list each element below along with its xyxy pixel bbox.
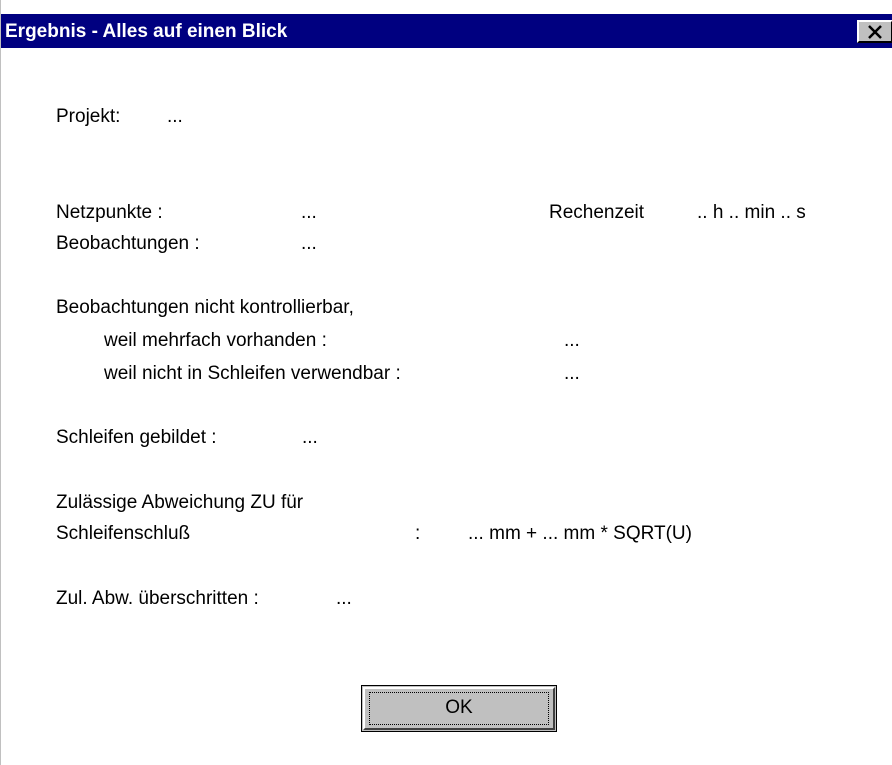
netzpunkte-value: ... (301, 202, 317, 223)
tolerance-colon: : (415, 523, 421, 544)
ok-button-label: OK (445, 697, 473, 718)
rechenzeit-label: Rechenzeit (549, 202, 645, 223)
tolerance-formula: ... mm + ... mm * SQRT(U) (468, 523, 692, 544)
ok-button[interactable]: OK (361, 685, 557, 732)
not-controllable-heading: Beobachtungen nicht kontrollierbar, (56, 297, 354, 318)
close-icon (868, 25, 882, 39)
mehrfach-value: ... (564, 330, 580, 351)
dialog-title: Ergebnis - Alles auf einen Blick (5, 21, 288, 42)
result-dialog: Ergebnis - Alles auf einen Blick Projekt… (0, 0, 892, 765)
tolerance-heading: Zulässige Abweichung ZU für (56, 492, 304, 513)
tolerance-label: Schleifenschluß (56, 523, 191, 544)
beobachtungen-label: Beobachtungen : (56, 233, 200, 254)
close-button[interactable] (857, 20, 892, 43)
exceeded-value: ... (336, 588, 352, 609)
schleifen-verwendbar-value: ... (564, 363, 580, 384)
title-bar[interactable]: Ergebnis - Alles auf einen Blick (1, 14, 892, 48)
beobachtungen-value: ... (301, 233, 317, 254)
exceeded-label: Zul. Abw. überschritten : (56, 588, 259, 609)
loops-value: ... (302, 427, 318, 448)
loops-label: Schleifen gebildet : (56, 427, 217, 448)
mehrfach-label: weil mehrfach vorhanden : (104, 330, 327, 351)
project-value: ... (167, 106, 183, 127)
rechenzeit-value: .. h .. min .. s (697, 202, 806, 223)
schleifen-verwendbar-label: weil nicht in Schleifen verwendbar : (104, 363, 401, 384)
project-label: Projekt: (56, 106, 121, 127)
netzpunkte-label: Netzpunkte : (56, 202, 163, 223)
